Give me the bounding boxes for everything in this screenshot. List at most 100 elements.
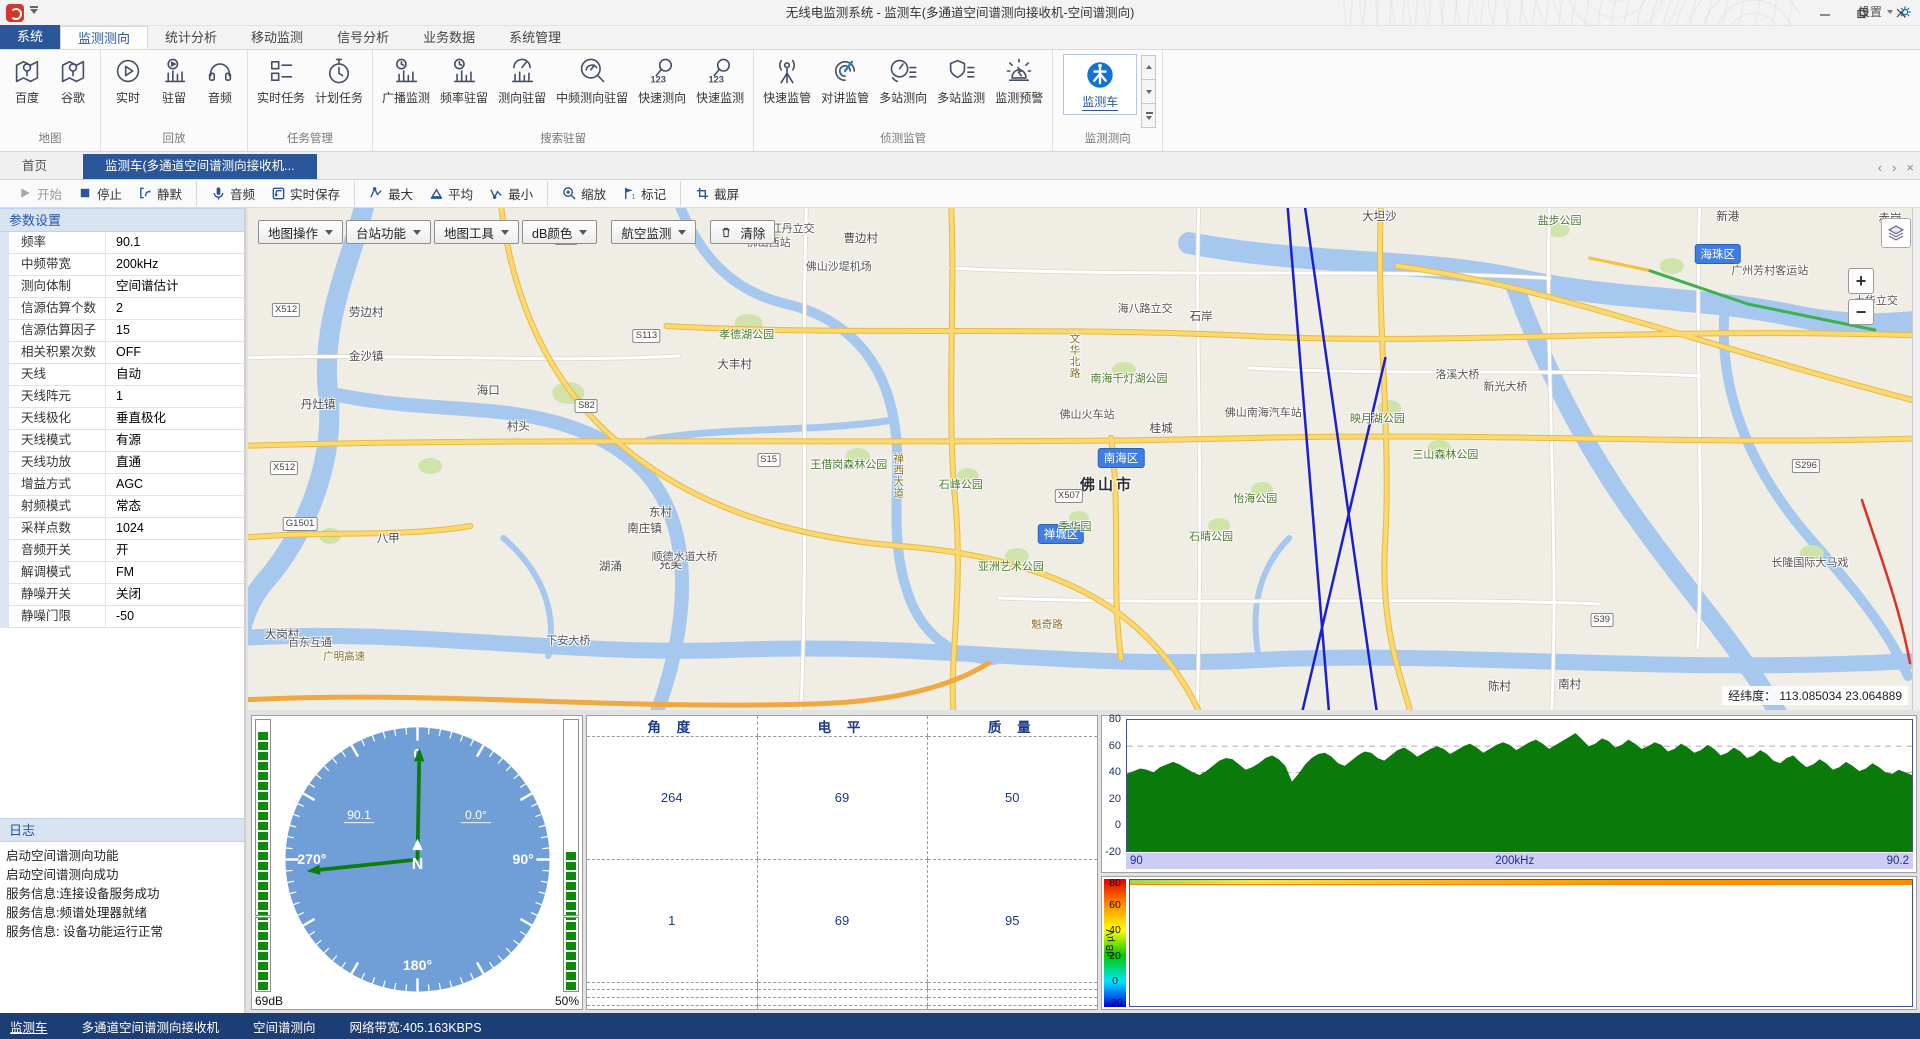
ribbon-tab-系统管理[interactable]: 系统管理 <box>492 26 578 49</box>
ribbon-button-快速监管[interactable]: 快速监管 <box>758 52 816 108</box>
parameter-row[interactable]: 射频模式常态 <box>9 496 244 518</box>
parameter-value[interactable]: 90.1 <box>105 232 244 253</box>
parameter-row[interactable]: 静噪门限-50 <box>9 606 244 628</box>
parameter-value[interactable]: 15 <box>105 320 244 341</box>
ribbon-button-频率驻留[interactable]: 频率驻留 <box>435 52 493 108</box>
parameter-value[interactable]: AGC <box>105 474 244 495</box>
parameter-row[interactable]: 音频开关开 <box>9 540 244 562</box>
parameter-value[interactable]: 常态 <box>105 496 244 517</box>
parameter-row[interactable]: 采样点数1024 <box>9 518 244 540</box>
map-side-splitter[interactable] <box>1912 208 1920 710</box>
map-button-dB颜色[interactable]: dB颜色 <box>522 220 597 244</box>
ribbon-button-谷歌[interactable]: 谷歌 <box>50 52 96 108</box>
toolbar-button-开始[interactable]: 开始 <box>10 181 70 206</box>
map-button-地图工具[interactable]: 地图工具 <box>434 220 519 244</box>
parameter-row[interactable]: 测向体制空间谱估计 <box>9 276 244 298</box>
tab-close-button[interactable]: × <box>1906 160 1914 175</box>
ribbon-button-百度[interactable]: 百度 <box>4 52 50 108</box>
table-row[interactable] <box>587 1005 1097 1009</box>
parameter-value[interactable]: OFF <box>105 342 244 363</box>
parameter-value[interactable]: 1 <box>105 386 244 407</box>
table-row[interactable] <box>587 990 1097 998</box>
parameter-value[interactable]: 有源 <box>105 430 244 451</box>
parameter-row[interactable]: 天线自动 <box>9 364 244 386</box>
parameter-row[interactable]: 中频带宽200kHz <box>9 254 244 276</box>
doc-tab-active[interactable]: 监测车(多通道空间谱测向接收机... <box>83 154 317 179</box>
toolbar-button-停止[interactable]: 停止 <box>70 181 130 206</box>
parameter-row[interactable]: 频率90.1 <box>9 232 244 254</box>
parameter-value[interactable]: 空间谱估计 <box>105 276 244 297</box>
gallery-more-button[interactable] <box>1141 103 1156 128</box>
parameter-value[interactable]: 关闭 <box>105 584 244 605</box>
parameter-value[interactable]: -50 <box>105 606 244 627</box>
toolbar-button-截屏[interactable]: 截屏 <box>687 181 747 206</box>
toolbar-button-最大[interactable]: 最大 <box>361 181 421 206</box>
ribbon-button-中频测向驻留[interactable]: 中频测向驻留 <box>551 52 633 108</box>
toolbar-button-平均[interactable]: 平均 <box>421 181 481 206</box>
map-button-地图操作[interactable]: 地图操作 <box>258 220 343 244</box>
ribbon-button-多站监测[interactable]: 多站监测 <box>932 52 990 108</box>
map-zoom-in-button[interactable]: + <box>1848 268 1874 294</box>
parameter-row[interactable]: 相关积累次数OFF <box>9 342 244 364</box>
ribbon-button-快速监测[interactable]: 123快速监测 <box>691 52 749 108</box>
parameter-value[interactable]: 200kHz <box>105 254 244 275</box>
ribbon-button-测向驻留[interactable]: 测向驻留 <box>493 52 551 108</box>
parameter-value[interactable]: 垂直极化 <box>105 408 244 429</box>
table-row[interactable] <box>587 982 1097 990</box>
gallery-scroll-down-button[interactable] <box>1141 79 1156 104</box>
ribbon-tab-业务数据[interactable]: 业务数据 <box>406 26 492 49</box>
ribbon-button-计划任务[interactable]: 计划任务 <box>310 52 368 108</box>
table-row[interactable] <box>587 997 1097 1005</box>
ribbon-button-监测车[interactable]: 监测车 <box>1063 54 1137 115</box>
gallery-scroll-up-button[interactable] <box>1141 55 1156 80</box>
parameter-value[interactable]: 自动 <box>105 364 244 385</box>
tab-scroll-left-button[interactable]: ‹ <box>1878 160 1882 175</box>
map-button-航空监测[interactable]: 航空监测 <box>611 220 696 244</box>
ribbon-button-实时[interactable]: 实时 <box>105 52 151 108</box>
close-button[interactable] <box>1882 0 1920 26</box>
toolbar-button-实时保存[interactable]: 实时保存 <box>263 181 348 206</box>
ribbon-button-驻留[interactable]: 驻留 <box>151 52 197 108</box>
parameter-row[interactable]: 天线功放直通 <box>9 452 244 474</box>
waterfall-plot[interactable] <box>1129 879 1913 1007</box>
ribbon-tab-统计分析[interactable]: 统计分析 <box>148 26 234 49</box>
map-zoom-out-button[interactable]: − <box>1848 299 1874 325</box>
parameter-value[interactable]: FM <box>105 562 244 583</box>
ribbon-button-实时任务[interactable]: 实时任务 <box>252 52 310 108</box>
parameter-row[interactable]: 解调模式FM <box>9 562 244 584</box>
toolbar-button-缩放[interactable]: 缩放 <box>554 181 614 206</box>
ribbon-tab-系统[interactable]: 系统 <box>0 25 60 49</box>
ribbon-tab-信号分析[interactable]: 信号分析 <box>320 26 406 49</box>
doc-tab-home[interactable]: 首页 <box>0 154 69 179</box>
ribbon-button-对讲监管[interactable]: 对讲监管 <box>816 52 874 108</box>
map-view[interactable]: 地图操作台站功能地图工具dB颜色航空监测清除 海珠区南海区禅城区佛山市金沙镇丹灶… <box>248 208 1920 710</box>
table-row[interactable]: 2646950 <box>587 737 1097 860</box>
parameter-value[interactable]: 1024 <box>105 518 244 539</box>
parameter-row[interactable]: 增益方式AGC <box>9 474 244 496</box>
parameter-value[interactable]: 开 <box>105 540 244 561</box>
ribbon-tab-监测测向[interactable]: 监测测向 <box>60 26 148 49</box>
status-item-0[interactable]: 监测车 <box>10 1017 48 1036</box>
parameter-row[interactable]: 天线极化垂直极化 <box>9 408 244 430</box>
ribbon-button-广播监测[interactable]: 广播监测 <box>377 52 435 108</box>
ribbon-button-多站测向[interactable]: 多站测向 <box>874 52 932 108</box>
ribbon-button-快速测向[interactable]: 123快速测向 <box>633 52 691 108</box>
map-button-清除[interactable]: 清除 <box>710 220 775 244</box>
parameter-row[interactable]: 天线模式有源 <box>9 430 244 452</box>
parameter-row[interactable]: 静噪开关关闭 <box>9 584 244 606</box>
minimize-button[interactable] <box>1806 0 1844 26</box>
parameter-value[interactable]: 直通 <box>105 452 244 473</box>
parameter-value[interactable]: 2 <box>105 298 244 319</box>
toolbar-button-最小[interactable]: 最小 <box>481 181 541 206</box>
parameter-row[interactable]: 信源估算个数2 <box>9 298 244 320</box>
table-row[interactable]: 16995 <box>587 859 1097 982</box>
parameter-row[interactable]: 信源估算因子15 <box>9 320 244 342</box>
ribbon-button-监测预警[interactable]: 监测预警 <box>990 52 1048 108</box>
ribbon-tab-移动监测[interactable]: 移动监测 <box>234 26 320 49</box>
toolbar-button-标记[interactable]: 1标记 <box>614 181 674 206</box>
parameter-row[interactable]: 天线阵元1 <box>9 386 244 408</box>
tab-scroll-right-button[interactable]: › <box>1892 160 1896 175</box>
map-layers-button[interactable] <box>1881 218 1911 248</box>
spectrum-plot[interactable] <box>1126 719 1913 852</box>
map-button-台站功能[interactable]: 台站功能 <box>346 220 431 244</box>
